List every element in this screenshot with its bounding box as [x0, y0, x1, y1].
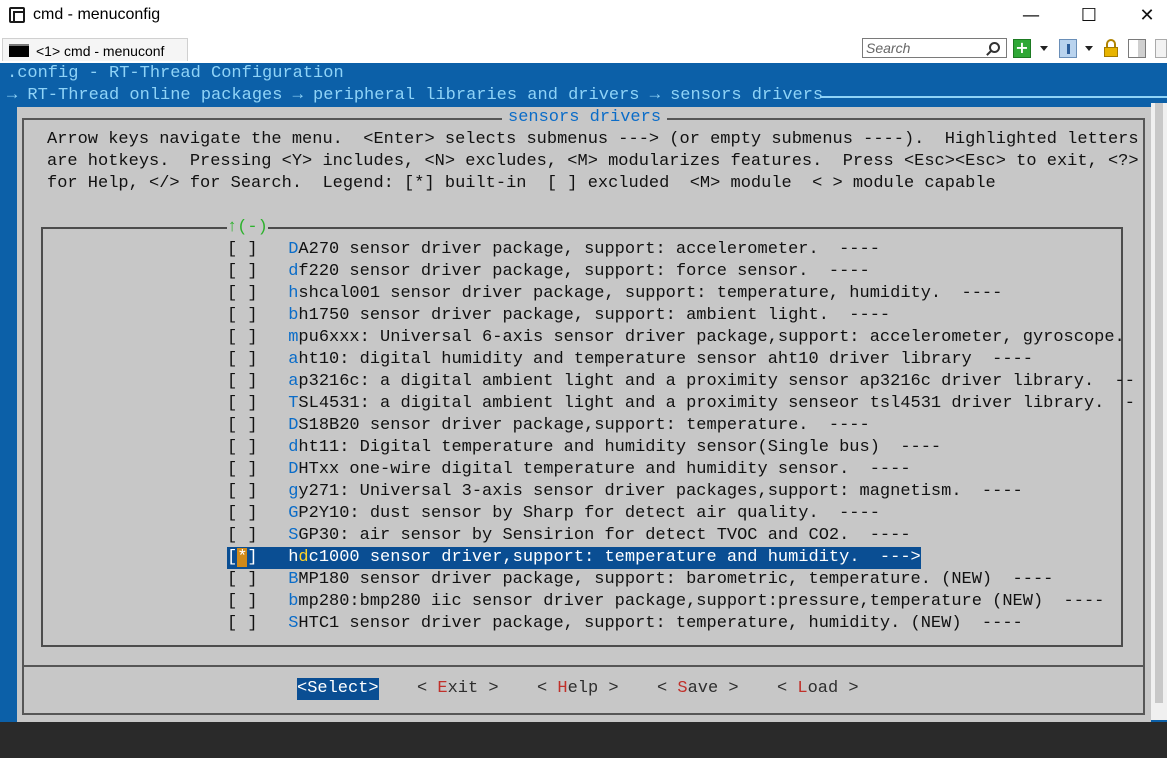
- menu-item-ds18b20[interactable]: [ ] DS18B20 sensor driver package,suppor…: [227, 415, 870, 437]
- menu-item-sgp30[interactable]: [ ] SGP30: air sensor by Sensirion for d…: [227, 525, 911, 547]
- search-input[interactable]: [863, 39, 981, 57]
- window-title: cmd - menuconfig: [33, 6, 161, 23]
- maximize-button[interactable]: ☐: [1061, 0, 1117, 30]
- load-button[interactable]: < Load >: [777, 678, 859, 700]
- help-button[interactable]: < Help >: [537, 678, 619, 700]
- menu-item-hdc1000-selected[interactable]: [*] hdc1000 sensor driver,support: tempe…: [227, 547, 921, 569]
- menu-item-tsl4531[interactable]: [ ] TSL4531: a digital ambient light and…: [227, 393, 1135, 415]
- lock-icon[interactable]: [1103, 39, 1119, 58]
- breadcrumb-rule: [820, 96, 1167, 98]
- menu-item-gp2y10[interactable]: [ ] GP2Y10: dust sensor by Sharp for det…: [227, 503, 880, 525]
- view-layout-icon[interactable]: [1059, 39, 1077, 58]
- minimize-button[interactable]: —: [1003, 0, 1059, 30]
- menuconfig-dialog: sensors drivers Arrow keys navigate the …: [17, 107, 1151, 722]
- menu-item-aht10[interactable]: [ ] aht10: digital humidity and temperat…: [227, 349, 1033, 371]
- menu-item-bh1750[interactable]: [ ] bh1750 sensor driver package, suppor…: [227, 305, 890, 327]
- tab-toolbar: <1> cmd - menuconf +: [0, 36, 1167, 62]
- help-line: are hotkeys. Pressing <Y> includes, <N> …: [47, 152, 1139, 171]
- menu-item-bmp180[interactable]: [ ] BMP180 sensor driver package, suppor…: [227, 569, 1053, 591]
- view-dropdown-icon[interactable]: [1085, 46, 1093, 51]
- help-text: Arrow keys navigate the menu. <Enter> se…: [47, 129, 1139, 195]
- dialog-title: sensors drivers: [502, 107, 668, 129]
- new-console-dropdown-icon[interactable]: [1040, 46, 1048, 51]
- config-title-line: .config - RT-Thread Configuration: [7, 64, 344, 83]
- menu-item-dhtxx[interactable]: [ ] DHTxx one-wire digital temperature a…: [227, 459, 911, 481]
- help-line: for Help, </> for Search. Legend: [*] bu…: [47, 174, 996, 193]
- new-console-icon[interactable]: +: [1013, 39, 1031, 58]
- select-button[interactable]: <Select>: [297, 678, 379, 700]
- menu-item-gy271[interactable]: [ ] gy271: Universal 3-axis sensor drive…: [227, 481, 1023, 503]
- help-line: Arrow keys navigate the menu. <Enter> se…: [47, 130, 1139, 149]
- menu-item-bmp280[interactable]: [ ] bmp280:bmp280 iic sensor driver pack…: [227, 591, 1104, 613]
- menu-item-shtc1[interactable]: [ ] SHTC1 sensor driver package, support…: [227, 613, 1023, 635]
- terminal-scrollbar-thumb[interactable]: [1155, 103, 1163, 703]
- menu-item-hshcal001[interactable]: [ ] hshcal001 sensor driver package, sup…: [227, 283, 1002, 305]
- panel-toggle-icon[interactable]: [1128, 39, 1146, 58]
- scroll-up-indicator: ↑(-): [227, 217, 268, 239]
- close-button[interactable]: ✕: [1119, 0, 1167, 30]
- console-tab[interactable]: <1> cmd - menuconf: [2, 38, 188, 61]
- console-tab-label: <1> cmd - menuconf: [36, 43, 165, 59]
- menu-item-dht11[interactable]: [ ] dht11: Digital temperature and humid…: [227, 437, 941, 459]
- menu-item-ap3216c[interactable]: [ ] ap3216c: a digital ambient light and…: [227, 371, 1135, 393]
- menu-item-df220[interactable]: [ ] df220 sensor driver package, support…: [227, 261, 870, 283]
- buttons-separator: [22, 665, 1145, 667]
- breadcrumb: → RT-Thread online packages → peripheral…: [7, 86, 824, 105]
- search-box[interactable]: [862, 38, 1007, 58]
- search-icon[interactable]: [989, 42, 1000, 53]
- menu-icon[interactable]: [1155, 39, 1167, 58]
- status-strip: [0, 722, 1167, 758]
- terminal-app-icon: [9, 7, 25, 23]
- save-button[interactable]: < Save >: [657, 678, 739, 700]
- window-title-bar: cmd - menuconfig — ☐ ✕: [0, 0, 1167, 32]
- menu-item-mpu6xxx[interactable]: [ ] mpu6xxx: Universal 6-axis sensor dri…: [227, 327, 1125, 349]
- menu-item-da270[interactable]: [ ] DA270 sensor driver package, support…: [227, 239, 880, 261]
- console-icon: [9, 44, 29, 57]
- exit-button[interactable]: < Exit >: [417, 678, 499, 700]
